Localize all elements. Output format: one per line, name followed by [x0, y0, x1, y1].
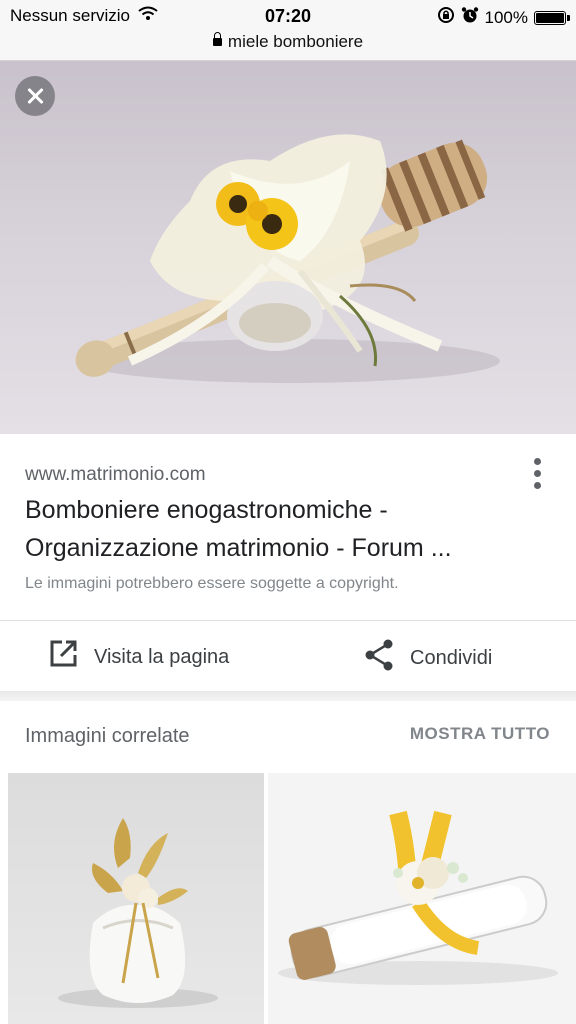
visit-page-button[interactable]: Visita la pagina: [48, 639, 229, 675]
test-tube-favor-picture: [278, 810, 558, 985]
open-in-new-icon: [48, 639, 78, 675]
status-right: 100%: [437, 6, 570, 29]
result-info: www.matrimonio.com Bomboniere enogastron…: [0, 434, 576, 620]
battery-percent: 100%: [484, 7, 528, 27]
status-bar: Nessun servizio 07:20 100%: [0, 0, 576, 32]
close-button[interactable]: [15, 76, 55, 116]
related-image-2[interactable]: [268, 773, 576, 1024]
related-image-1[interactable]: [8, 773, 264, 1024]
show-all-button[interactable]: MOSTRA TUTTO: [410, 724, 550, 744]
rotation-lock-icon: [437, 6, 455, 29]
hero-image: [0, 61, 576, 434]
share-label: Condividi: [410, 646, 493, 669]
url-bar[interactable]: miele bomboniere: [0, 31, 576, 61]
url-text: miele bomboniere: [227, 32, 364, 51]
section-divider: [0, 691, 576, 701]
result-domain[interactable]: www.matrimonio.com: [25, 464, 206, 486]
related-images-title: Immagini correlate: [25, 725, 190, 747]
visit-page-label: Visita la pagina: [94, 645, 230, 668]
satin-bag-favor-picture: [58, 818, 218, 1008]
related-images-header: Immagini correlate MOSTRA TUTTO: [0, 701, 576, 773]
copyright-note: Le immagini potrebbero essere soggette a…: [25, 575, 399, 592]
share-button[interactable]: Condividi: [364, 639, 492, 677]
lock-icon: [212, 31, 222, 46]
battery-icon: [534, 10, 570, 25]
result-title-line-1[interactable]: Bomboniere enogastronomiche -: [25, 496, 388, 525]
share-icon: [364, 639, 394, 677]
alarm-icon: [461, 6, 479, 29]
more-vert-icon[interactable]: [530, 458, 546, 492]
result-title-line-2[interactable]: Organizzazione matrimonio - Forum ...: [25, 534, 452, 563]
action-bar: Visita la pagina Condividi: [0, 620, 576, 692]
honey-dipper-favor-picture: [75, 134, 500, 383]
